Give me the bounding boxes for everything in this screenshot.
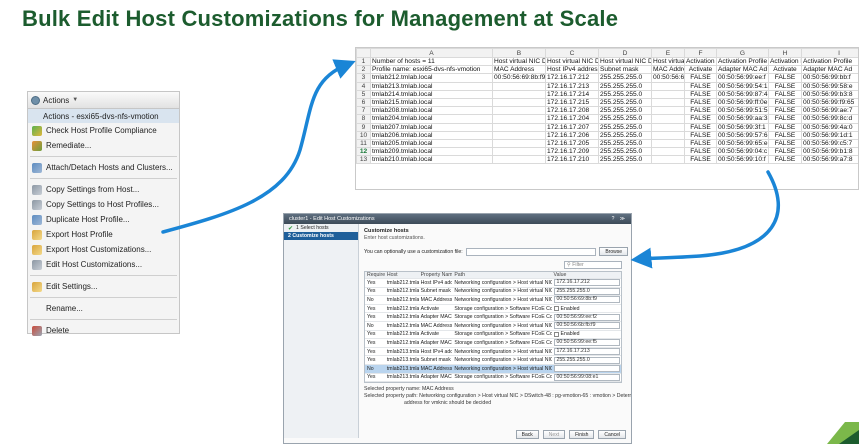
flow-arrows <box>161 59 780 269</box>
arrow-to-dialog <box>630 170 780 269</box>
arrow-to-spreadsheet <box>161 59 356 234</box>
slide: Bulk Edit Host Customizations for Manage… <box>0 0 859 444</box>
corner-decoration <box>827 422 859 444</box>
